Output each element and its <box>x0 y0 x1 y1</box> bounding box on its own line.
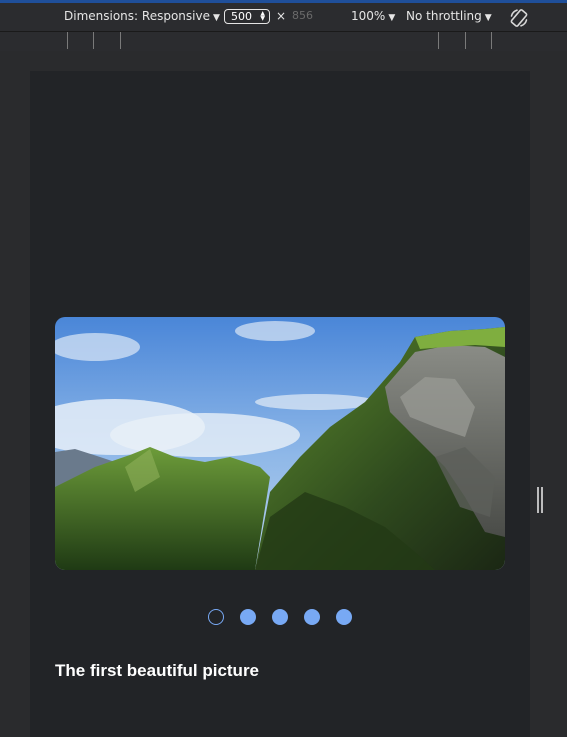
ruler-tick <box>438 32 439 49</box>
carousel-indicators <box>30 609 530 627</box>
chevron-down-icon: ▼ <box>484 13 492 23</box>
ruler-tick <box>465 32 466 49</box>
device-toolbar: Dimensions: Responsive ▼ 500 ▲ ▼ × 856 100… <box>0 3 567 31</box>
carousel-image <box>55 317 505 570</box>
spin-icon[interactable]: ▲ ▼ <box>260 11 265 22</box>
zoom-label: 100% <box>351 9 386 23</box>
ruler-tick <box>491 32 492 49</box>
ruler-tick <box>93 32 94 49</box>
zoom-dropdown[interactable]: 100% ▼ <box>351 9 395 23</box>
chevron-down-icon: ▼ <box>212 13 220 23</box>
carousel-dot-3[interactable] <box>272 609 288 625</box>
dimensions-dropdown[interactable]: Dimensions: Responsive ▼ <box>64 9 220 23</box>
width-input[interactable]: 500 ▲ ▼ <box>224 9 270 24</box>
ruler-tick <box>120 32 121 49</box>
throttling-dropdown[interactable]: No throttling ▼ <box>406 9 492 23</box>
width-value: 500 <box>231 10 252 23</box>
carousel-dot-2[interactable] <box>240 609 256 625</box>
resize-handle-icon[interactable] <box>536 487 544 513</box>
dimensions-label: Dimensions: Responsive <box>64 9 210 23</box>
chevron-down-icon: ▼ <box>388 13 396 23</box>
height-input[interactable]: 856 <box>292 9 313 22</box>
throttle-label: No throttling <box>406 9 482 23</box>
rotate-icon[interactable] <box>508 7 530 29</box>
carousel-dot-1[interactable] <box>208 609 224 625</box>
carousel-dot-4[interactable] <box>304 609 320 625</box>
ruler-tick <box>67 32 68 49</box>
mountain-landscape-image <box>55 317 505 570</box>
carousel-dot-5[interactable] <box>336 609 352 625</box>
device-viewport: The first beautiful picture <box>30 71 530 737</box>
times-symbol: × <box>276 9 287 23</box>
carousel-caption: The first beautiful picture <box>55 661 260 680</box>
media-query-ruler <box>0 31 567 52</box>
